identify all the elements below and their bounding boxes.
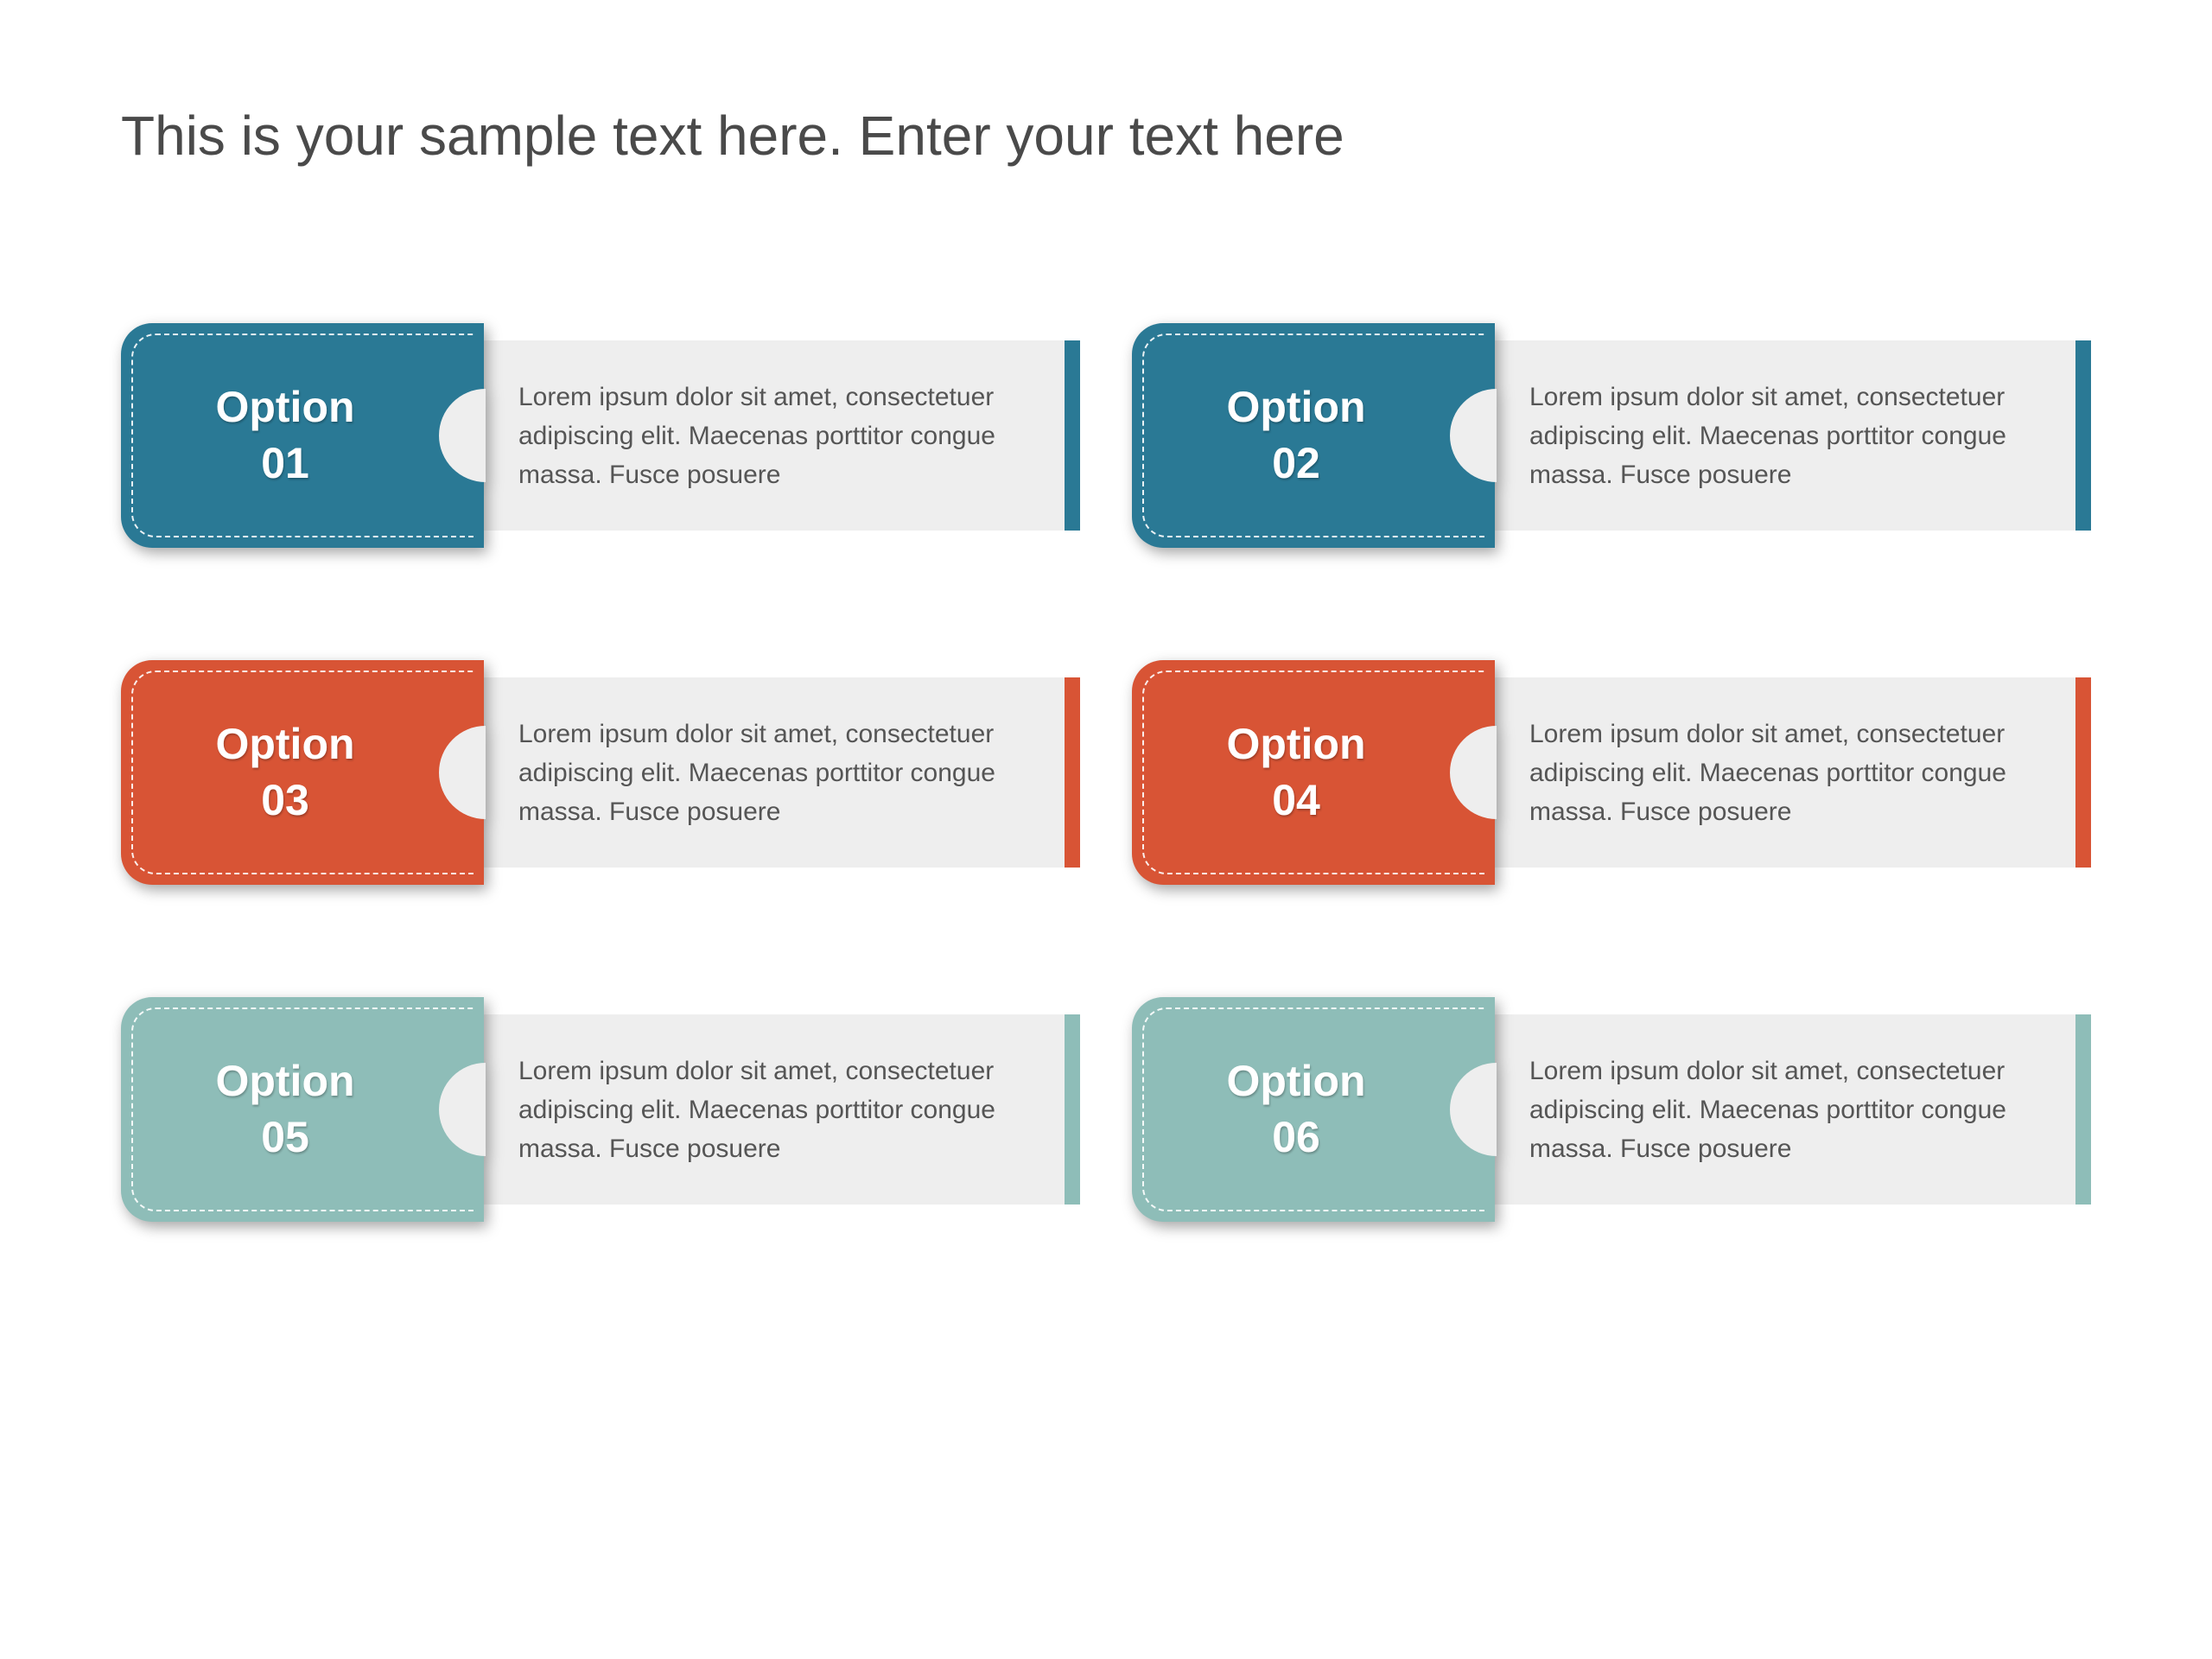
option-description: Lorem ipsum dolor sit amet, consectetuer… (1529, 1052, 2039, 1168)
option-label: Option 05 (121, 997, 449, 1222)
option-body: Lorem ipsum dolor sit amet, consectetuer… (449, 1014, 1080, 1205)
option-accent-bar (1065, 1014, 1080, 1205)
options-grid: Lorem ipsum dolor sit amet, consectetuer… (121, 323, 2091, 1222)
slide-title: This is your sample text here. Enter you… (121, 104, 2091, 168)
option-label-num: 05 (261, 1109, 309, 1166)
option-label: Option 06 (1132, 997, 1460, 1222)
option-label: Option 01 (121, 323, 449, 548)
option-card-05: Lorem ipsum dolor sit amet, consectetuer… (121, 997, 1080, 1222)
option-body: Lorem ipsum dolor sit amet, consectetuer… (1460, 340, 2091, 531)
option-description: Lorem ipsum dolor sit amet, consectetuer… (518, 1052, 1028, 1168)
option-description: Lorem ipsum dolor sit amet, consectetuer… (518, 715, 1028, 831)
option-accent-bar (1065, 340, 1080, 531)
option-card-02: Lorem ipsum dolor sit amet, consectetuer… (1132, 323, 2091, 548)
option-label-text: Option (215, 379, 354, 435)
option-description: Lorem ipsum dolor sit amet, consectetuer… (1529, 378, 2039, 494)
option-accent-bar (2075, 677, 2091, 868)
option-card-03: Lorem ipsum dolor sit amet, consectetuer… (121, 660, 1080, 885)
option-card-01: Lorem ipsum dolor sit amet, consectetuer… (121, 323, 1080, 548)
option-description: Lorem ipsum dolor sit amet, consectetuer… (1529, 715, 2039, 831)
option-description: Lorem ipsum dolor sit amet, consectetuer… (518, 378, 1028, 494)
option-label-text: Option (215, 1053, 354, 1109)
option-accent-bar (1065, 677, 1080, 868)
option-label-text: Option (1226, 1053, 1365, 1109)
option-body: Lorem ipsum dolor sit amet, consectetuer… (449, 340, 1080, 531)
option-label-text: Option (215, 716, 354, 772)
option-label: Option 02 (1132, 323, 1460, 548)
option-label-text: Option (1226, 716, 1365, 772)
option-body: Lorem ipsum dolor sit amet, consectetuer… (1460, 677, 2091, 868)
option-card-06: Lorem ipsum dolor sit amet, consectetuer… (1132, 997, 2091, 1222)
option-label: Option 03 (121, 660, 449, 885)
option-label-num: 03 (261, 772, 309, 829)
option-body: Lorem ipsum dolor sit amet, consectetuer… (449, 677, 1080, 868)
option-label-text: Option (1226, 379, 1365, 435)
option-card-04: Lorem ipsum dolor sit amet, consectetuer… (1132, 660, 2091, 885)
option-label-num: 01 (261, 435, 309, 492)
option-label-num: 06 (1272, 1109, 1320, 1166)
option-accent-bar (2075, 1014, 2091, 1205)
option-label: Option 04 (1132, 660, 1460, 885)
option-label-num: 02 (1272, 435, 1320, 492)
option-label-num: 04 (1272, 772, 1320, 829)
option-accent-bar (2075, 340, 2091, 531)
option-body: Lorem ipsum dolor sit amet, consectetuer… (1460, 1014, 2091, 1205)
